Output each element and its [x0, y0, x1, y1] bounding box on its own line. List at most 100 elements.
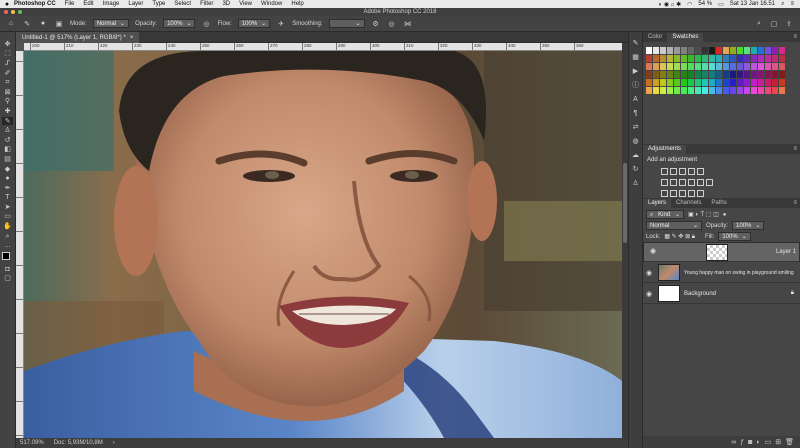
panel-menu-icon[interactable]: ≡ [793, 145, 800, 154]
color-lookup-icon[interactable] [706, 179, 713, 186]
hand-tool-icon[interactable]: ✋ [2, 222, 13, 231]
swatch[interactable] [744, 71, 750, 78]
swatch[interactable] [646, 55, 652, 62]
status-icons[interactable]: ◐ ◉ ⌂ ✱ [659, 1, 682, 8]
flow-field[interactable]: 100% ⌄ [237, 19, 271, 28]
share-icon[interactable]: ⇪ [784, 19, 794, 29]
swatch[interactable] [723, 87, 729, 94]
swatch[interactable] [660, 47, 666, 54]
chevron-right-icon[interactable]: › [113, 440, 115, 446]
menu-edit[interactable]: Edit [83, 1, 93, 7]
swatch[interactable] [716, 63, 722, 70]
swatch[interactable] [772, 87, 778, 94]
swatch[interactable] [660, 87, 666, 94]
swatch[interactable] [737, 87, 743, 94]
clock[interactable]: Sat 13 Jan 16.51 [730, 1, 775, 7]
swatch[interactable] [653, 63, 659, 70]
swatch[interactable] [758, 55, 764, 62]
notification-icon[interactable]: ≡ [790, 1, 794, 7]
tab-paths[interactable]: Paths [706, 199, 731, 208]
swatch[interactable] [688, 71, 694, 78]
quick-mask-icon[interactable]: ◘ [2, 265, 13, 274]
swatch[interactable] [744, 47, 750, 54]
swatch[interactable] [723, 47, 729, 54]
swatch[interactable] [660, 63, 666, 70]
swatch[interactable] [744, 55, 750, 62]
marquee-tool-icon[interactable]: ⬚ [2, 50, 13, 59]
swatch[interactable] [758, 79, 764, 86]
swatch[interactable] [737, 79, 743, 86]
brush-settings-icon[interactable]: ▣ [54, 19, 64, 29]
swatch[interactable] [695, 87, 701, 94]
zoom-level[interactable]: 517.09% [20, 440, 44, 446]
swatch[interactable] [779, 47, 785, 54]
swatch[interactable] [737, 71, 743, 78]
swatch[interactable] [695, 55, 701, 62]
actions-panel-icon[interactable]: ▶ [631, 66, 641, 76]
swatch[interactable] [646, 71, 652, 78]
smoothing-settings-icon[interactable]: ⚙ [371, 19, 381, 29]
menu-layer[interactable]: Layer [128, 1, 143, 7]
swatch[interactable] [716, 47, 722, 54]
layer-opacity-field[interactable]: 100% ⌄ [732, 221, 765, 230]
pen-tool-icon[interactable]: ✒ [2, 184, 13, 193]
new-layer-icon[interactable]: ⊞ [775, 438, 781, 446]
swatch[interactable] [667, 79, 673, 86]
info-panel-icon[interactable]: ⓘ [631, 80, 641, 90]
channel-mixer-icon[interactable] [697, 179, 704, 186]
document-tab[interactable]: Untitled-1 @ 517% (Layer 1, RGB/8*) * × [16, 32, 140, 43]
blur-tool-icon[interactable]: ◆ [2, 165, 13, 174]
threshold-icon[interactable] [679, 190, 686, 197]
swatch[interactable] [681, 55, 687, 62]
screen-mode-icon[interactable]: ▢ [2, 275, 13, 284]
search-icon[interactable]: ⌕ [781, 1, 784, 8]
color-balance-icon[interactable] [670, 179, 677, 186]
zoom-window-button[interactable] [18, 10, 22, 14]
swatch[interactable] [688, 47, 694, 54]
eyedropper-tool-icon[interactable]: ⚲ [2, 98, 13, 107]
pressure-opacity-icon[interactable]: ◎ [201, 19, 211, 29]
swatch[interactable] [674, 87, 680, 94]
swatch[interactable] [646, 63, 652, 70]
gradient-tool-icon[interactable]: ▤ [2, 155, 13, 164]
brushes-panel-icon[interactable]: ▦ [631, 52, 641, 62]
move-tool-icon[interactable]: ✥ [2, 40, 13, 49]
close-icon[interactable]: × [130, 35, 134, 41]
swatch[interactable] [744, 79, 750, 86]
tab-swatches[interactable]: Swatches [667, 33, 704, 42]
eraser-tool-icon[interactable]: ◧ [2, 146, 13, 155]
swatch[interactable] [709, 71, 715, 78]
swatch[interactable] [779, 55, 785, 62]
swatches-grid[interactable] [643, 42, 800, 94]
search-icon[interactable]: ⌕ [754, 19, 764, 29]
swatch[interactable] [695, 47, 701, 54]
path-selection-tool-icon[interactable]: ➤ [2, 203, 13, 212]
swatch[interactable] [772, 55, 778, 62]
eye-icon[interactable]: ◉ [647, 248, 659, 256]
swatch[interactable] [646, 87, 652, 94]
swatch[interactable] [716, 87, 722, 94]
filter-toggle-icon[interactable]: ● [723, 212, 727, 218]
frame-tool-icon[interactable]: ⊠ [2, 88, 13, 97]
swatch[interactable] [772, 71, 778, 78]
swatch[interactable] [737, 47, 743, 54]
clone-source-panel-icon[interactable]: ♙ [631, 178, 641, 188]
eye-icon[interactable]: ◉ [643, 290, 655, 298]
swatch[interactable] [744, 63, 750, 70]
vertical-ruler[interactable] [16, 51, 24, 438]
swatch[interactable] [653, 47, 659, 54]
more-tools-icon[interactable]: … [2, 241, 13, 250]
clone-stamp-tool-icon[interactable]: ♙ [2, 126, 13, 135]
add-mask-icon[interactable]: ◙ [748, 439, 752, 446]
swatch[interactable] [681, 47, 687, 54]
close-window-button[interactable] [4, 10, 8, 14]
swatch[interactable] [709, 63, 715, 70]
swatch[interactable] [779, 79, 785, 86]
swatch[interactable] [758, 63, 764, 70]
tab-layers[interactable]: Layers [643, 199, 672, 208]
exposure-icon[interactable] [688, 168, 695, 175]
swatch[interactable] [765, 55, 771, 62]
swatch[interactable] [758, 71, 764, 78]
layer-row-layer-1[interactable]: ◉ Layer 1 [643, 242, 800, 262]
swatch[interactable] [681, 71, 687, 78]
